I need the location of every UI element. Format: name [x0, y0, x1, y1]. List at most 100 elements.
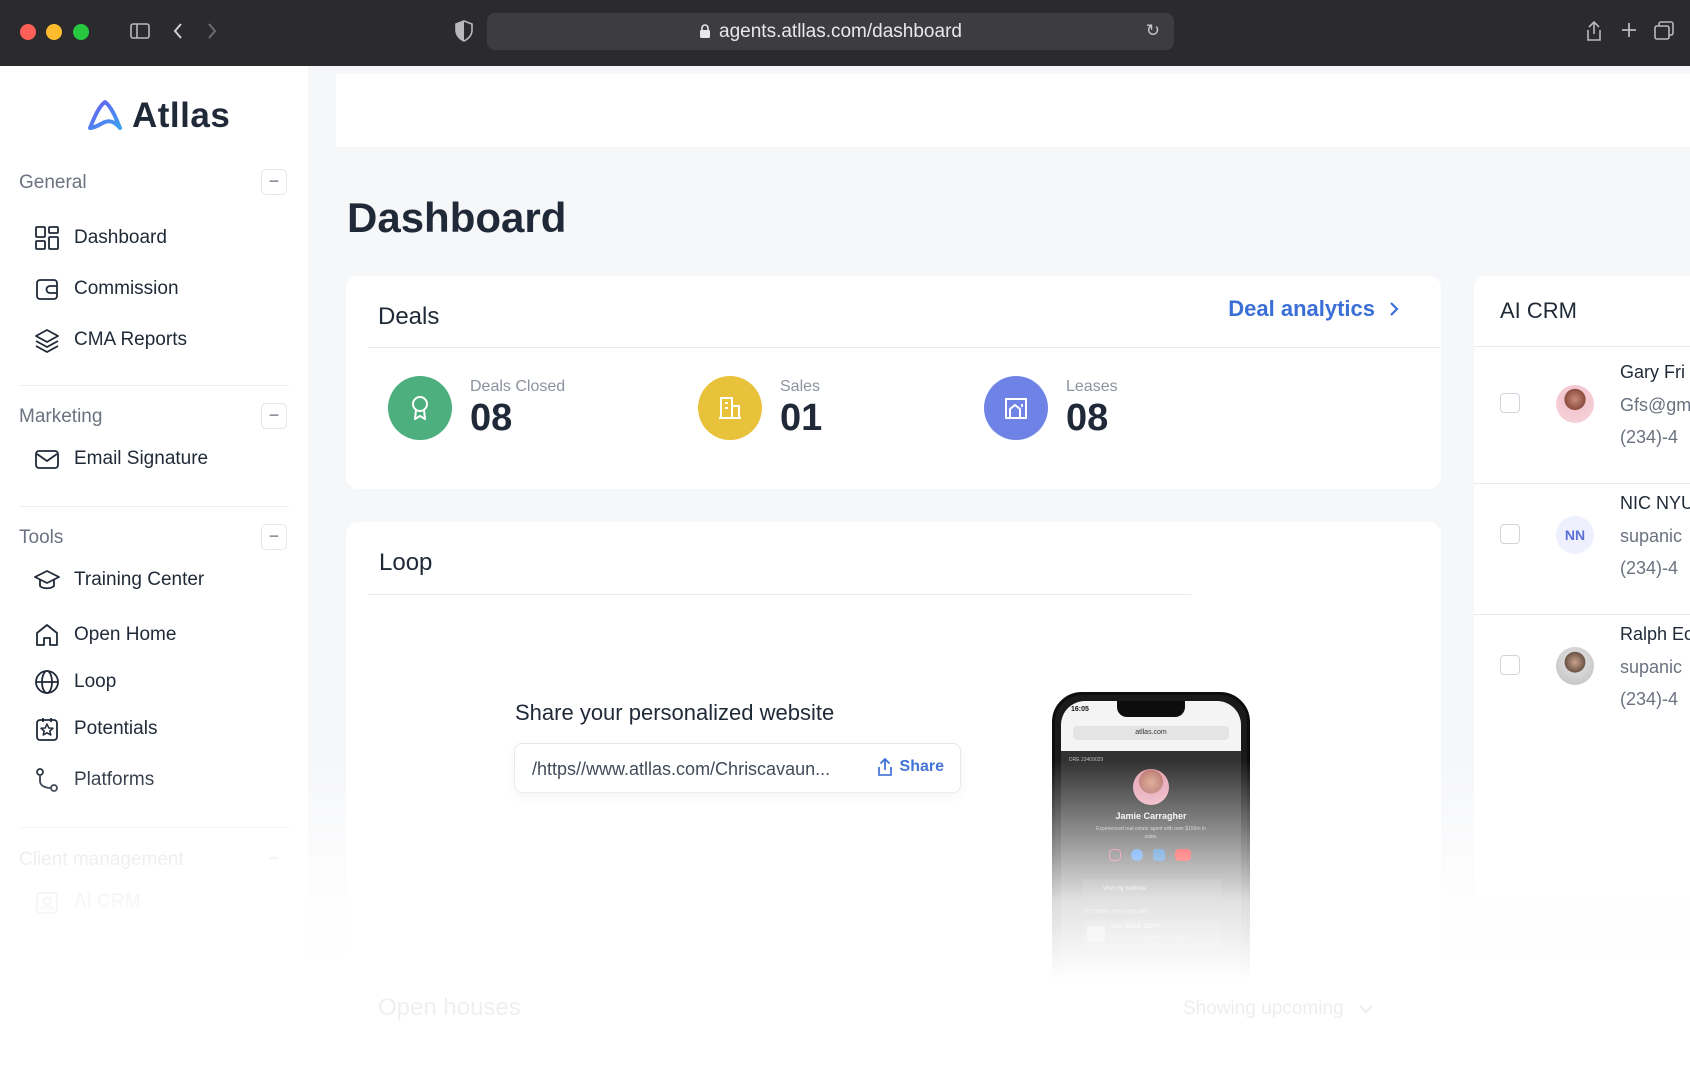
share-icon [877, 757, 892, 776]
open-house-time: Sun, 06/23; 12PM [1111, 924, 1160, 930]
tab-overview-icon[interactable] [1654, 21, 1674, 45]
contact-name: Ralph Ec [1620, 624, 1690, 644]
sidebar-item-open-home[interactable]: Open Home [34, 622, 176, 648]
stat-value: 08 [1066, 397, 1109, 439]
social-icons [1109, 849, 1191, 861]
new-tab-icon[interactable] [1619, 20, 1639, 44]
stat-circle [698, 376, 762, 440]
sidebar-item-loop[interactable]: Loop [34, 669, 116, 695]
collapse-marketing-button[interactable]: − [261, 403, 287, 429]
avatar: NN [1556, 516, 1594, 554]
house-thumbnail [1087, 926, 1105, 942]
back-icon[interactable] [172, 22, 184, 44]
page-title: Dashboard [347, 194, 567, 241]
ai-crm-title: AI CRM [1500, 298, 1577, 323]
row-checkbox[interactable] [1500, 655, 1520, 675]
phone-notch [1117, 701, 1185, 717]
section-marketing: Marketing [19, 406, 103, 427]
brand-name: Atllas [132, 96, 231, 135]
stat-leases: Leases 08 [984, 376, 1118, 440]
lock-icon [700, 24, 711, 38]
mail-icon [35, 450, 59, 469]
sidebar-item-label: Loop [74, 671, 117, 692]
table-row[interactable]: Gary Fri Gfs@gm (234)-4 [1474, 347, 1690, 477]
sidebar-item-ai-crm[interactable]: AI CRM [34, 889, 141, 915]
visit-website-button: Visit my website [1083, 879, 1221, 899]
loop-card: Loop Share your personalized website /ht… [346, 522, 1441, 1074]
zoom-window-button[interactable] [73, 24, 89, 40]
forward-icon[interactable] [206, 22, 218, 44]
contact-email: Gfs@gm [1620, 395, 1690, 415]
row-checkbox[interactable] [1500, 524, 1520, 544]
agent-name: Jamie Carragher [1115, 811, 1187, 821]
section-insights: Insights [19, 965, 85, 986]
share-url-text[interactable]: /https//www.atllas.com/Chriscavaun... [532, 759, 830, 780]
atllas-logo-icon [88, 100, 122, 130]
brand-logo[interactable]: Atllas [86, 96, 230, 136]
collapse-tools-button[interactable]: − [261, 524, 287, 550]
reload-icon[interactable]: ↻ [1146, 21, 1160, 41]
table-row[interactable]: NN NIC NYU supanic (234)-4 [1474, 478, 1690, 608]
top-header-bar [336, 74, 1690, 147]
showing-upcoming-dropdown[interactable]: Showing upcoming [1183, 998, 1374, 1020]
sidebar-item-platforms[interactable]: Platforms [34, 767, 154, 793]
open-house-item: Sun, 06/23; 12PM 6503 Preston Rd, Inglew… [1083, 920, 1221, 950]
showing-upcoming-label: Showing upcoming [1183, 998, 1344, 1019]
address-bar[interactable]: agents.atllas.com/dashboard ↻ [487, 13, 1174, 50]
avatar [1556, 385, 1594, 423]
chevron-right-icon [1390, 302, 1399, 316]
stat-label: Sales [780, 378, 821, 395]
sidebar-item-commission[interactable]: Commission [34, 276, 179, 302]
sidebar-item-potentials[interactable]: Potentials [34, 716, 157, 742]
collapse-insights-button[interactable]: − [261, 962, 287, 988]
phone-screen: 16:05 atllas.com DRE 23409029 Jamie Carr… [1061, 701, 1241, 999]
privacy-shield-icon[interactable] [455, 20, 473, 46]
share-page-icon[interactable] [1585, 20, 1603, 46]
graduation-cap-icon [34, 570, 60, 590]
sidebar-item-dashboard[interactable]: Dashboard [34, 225, 167, 251]
stat-label: Deals Closed [470, 378, 566, 395]
layers-icon [35, 329, 59, 353]
minimize-window-button[interactable] [46, 24, 62, 40]
table-row[interactable]: Ralph Ec supanic (234)-4 [1474, 609, 1690, 739]
sidebar-divider [19, 827, 289, 828]
award-icon [412, 396, 428, 420]
sidebar-item-label: Open Home [74, 624, 177, 645]
sidebar-item-label: Dashboard [74, 227, 167, 248]
sidebar: Atllas General − Dashboard Commission CM… [0, 66, 308, 1074]
contact-phone: (234)-4 [1620, 427, 1679, 447]
deals-divider [368, 347, 1441, 348]
contact-phone: (234)-4 [1620, 689, 1679, 709]
stat-value: 01 [780, 397, 823, 439]
route-icon [36, 768, 58, 792]
building-icon [719, 397, 741, 419]
section-tools: Tools [19, 527, 64, 548]
sidebar-item-label: Platforms [74, 769, 155, 790]
loop-divider [368, 594, 1191, 595]
sidebar-item-email-signature[interactable]: Email Signature [34, 446, 208, 472]
contact-name: NIC NYU [1620, 493, 1690, 513]
phone-url: atllas.com [1073, 726, 1229, 740]
phone-dre: DRE 23409029 [1069, 757, 1104, 763]
phone-time: 16:05 [1071, 706, 1089, 713]
sidebar-divider [19, 506, 289, 507]
home-icon [36, 624, 58, 646]
phone-preview: 16:05 atllas.com DRE 23409029 Jamie Carr… [1052, 692, 1250, 1002]
close-window-button[interactable] [20, 24, 36, 40]
ai-crm-card: AI CRM Gary Fri Gfs@gm (234)-4 NN NIC NY… [1474, 276, 1690, 896]
deal-analytics-link[interactable]: Deal analytics [1228, 296, 1399, 322]
stat-circle [388, 376, 452, 440]
contact-phone: (234)-4 [1620, 558, 1679, 578]
sidebar-item-training-center[interactable]: Training Center [34, 567, 204, 593]
sidebar-item-label: Training Center [74, 569, 205, 590]
stat-circle [984, 376, 1048, 440]
youtube-icon [1175, 849, 1191, 861]
stat-label: Leases [1066, 378, 1118, 395]
open-house-address: 6503 Preston Rd, Inglewood, Maine 98380 [1111, 934, 1187, 939]
row-checkbox[interactable] [1500, 393, 1520, 413]
collapse-client-management-button[interactable]: − [261, 846, 287, 872]
sidebar-toggle-icon[interactable] [130, 22, 150, 44]
share-button[interactable]: Share [876, 757, 944, 777]
sidebar-item-cma-reports[interactable]: CMA Reports [34, 327, 187, 353]
collapse-general-button[interactable]: − [261, 169, 287, 195]
